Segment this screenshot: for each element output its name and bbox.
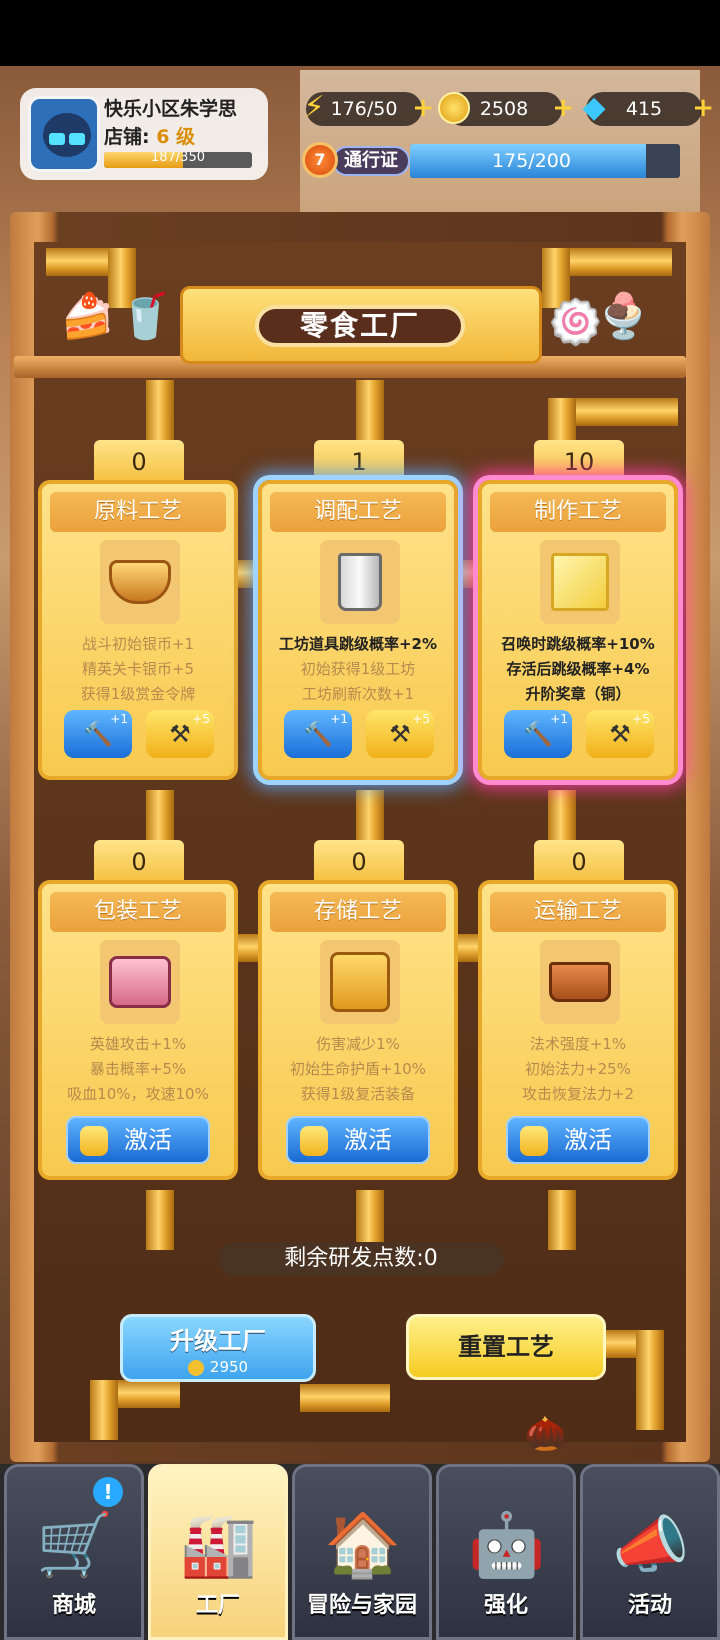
profile-panel[interactable]: 快乐小区朱学思 店铺: 6 级 187/350 <box>20 88 268 180</box>
lightning-icon: ⚡ <box>303 90 325 125</box>
nut-icon: 🌰 <box>524 1414 567 1454</box>
badge-icon <box>80 1126 108 1156</box>
shop-level: 店铺: 6 级 <box>104 126 196 148</box>
adventure-icon: 🏠 <box>324 1508 402 1581</box>
upgrade-label: 升级工厂 <box>170 1327 266 1355</box>
game-screen: 快乐小区朱学思 店铺: 6 级 187/350 ⚡ 176/50 + 2508 … <box>0 0 720 1640</box>
nav-tab-events[interactable]: 📣 活动 <box>580 1464 720 1640</box>
energy-value: 176/50 <box>330 98 398 120</box>
nav-tab-enhance[interactable]: 🤖 强化 <box>436 1464 576 1640</box>
gold-hammer-icon: ⚒ <box>389 720 411 748</box>
gold-hammer-upgrade-button[interactable]: ⚒ +5 <box>586 710 654 758</box>
card-title: 运输工艺 <box>490 892 666 932</box>
nav-tab-factory[interactable]: 🏭 工厂 <box>148 1464 288 1640</box>
upgrade-factory-button[interactable]: 升级工厂 2950 <box>120 1314 316 1382</box>
card-effects: 战斗初始银币+1 精英关卡银币+5 获得1级赏金令牌 <box>80 635 196 703</box>
megaphone-icon: 📣 <box>612 1508 690 1581</box>
add-energy-button[interactable]: + <box>412 92 434 124</box>
add-diamond-button[interactable]: + <box>692 92 714 124</box>
factory-title-plank: 零食工厂 <box>180 286 542 364</box>
bottom-nav: 🛒 ! 商城 🏭 工厂 🏠 冒险与家园 🤖 强化 📣 活动 <box>0 1464 720 1640</box>
robot-icon: 🤖 <box>468 1508 546 1581</box>
coin-icon <box>187 1359 204 1376</box>
box-icon <box>100 940 180 1024</box>
card-count: 0 <box>314 840 404 882</box>
card-title: 制作工艺 <box>490 492 666 532</box>
xp-text: 187/350 <box>150 152 205 165</box>
pass-button[interactable]: 通行证 <box>332 146 410 176</box>
craft-card-raw-material[interactable]: 原料工艺 战斗初始银币+1 精英关卡银币+5 获得1级赏金令牌 🔨 +1 ⚒ +5 <box>38 480 238 780</box>
card-title: 原料工艺 <box>50 492 226 532</box>
card-title: 包装工艺 <box>50 892 226 932</box>
xp-bar: 187/350 <box>104 152 252 168</box>
hammer-upgrade-button[interactable]: 🔨 +1 <box>64 710 132 758</box>
card-count: 0 <box>94 840 184 882</box>
hammer-upgrade-button[interactable]: 🔨 +1 <box>284 710 352 758</box>
card-count: 0 <box>94 440 184 482</box>
card-effects: 伤害减少1% 初始生命护盾+10% 获得1级复活装备 <box>290 1035 426 1103</box>
factory-title: 零食工厂 <box>255 305 465 347</box>
add-coin-button[interactable]: + <box>552 92 574 124</box>
nav-tab-adventure[interactable]: 🏠 冒险与家园 <box>292 1464 432 1640</box>
craft-card-production[interactable]: 制作工艺 召唤时跳级概率+10% 存活后跳级概率+4% 升阶奖章（铜） 🔨 +1 … <box>478 480 678 780</box>
factory-icon: 🏭 <box>180 1508 258 1581</box>
butter-cubes-icon <box>540 540 620 624</box>
reset-craft-button[interactable]: 重置工艺 <box>406 1314 606 1380</box>
pie-dish-icon <box>100 540 180 624</box>
craft-card-blending[interactable]: 调配工艺 工坊道具跳级概率+2% 初始获得1级工坊 工坊刷新次数+1 🔨 +1 ⚒… <box>258 480 458 780</box>
gold-hammer-upgrade-button[interactable]: ⚒ +5 <box>146 710 214 758</box>
pass-level-badge: 7 <box>302 142 338 178</box>
card-effects: 工坊道具跳级概率+2% 初始获得1级工坊 工坊刷新次数+1 <box>278 635 438 703</box>
badge-icon <box>300 1126 328 1156</box>
diamond-value: 415 <box>625 98 663 120</box>
shopping-cart-icon: 🛒 <box>36 1508 114 1581</box>
player-name: 快乐小区朱学思 <box>104 98 238 120</box>
remaining-points: 剩余研发点数:0 <box>218 1242 504 1276</box>
coin-counter[interactable]: 2508 + <box>438 92 574 126</box>
card-title: 调配工艺 <box>270 492 446 532</box>
card-count: 1 <box>314 440 404 482</box>
coin-value: 2508 <box>479 98 529 120</box>
diamond-counter[interactable]: ◆ 415 + <box>582 91 714 126</box>
craft-card-transport[interactable]: 运输工艺 法术强度+1% 初始法力+25% 攻击恢复法力+2 激活 <box>478 880 678 1180</box>
activate-button[interactable]: 激活 <box>66 1116 210 1164</box>
activate-button[interactable]: 激活 <box>286 1116 430 1164</box>
notification-badge: ! <box>93 1477 123 1507</box>
gold-hammer-icon: ⚒ <box>609 720 631 748</box>
safe-icon <box>320 940 400 1024</box>
upgrade-cost: 2950 <box>123 1358 313 1376</box>
card-effects: 英雄攻击+1% 暴击概率+5% 吸血10%，攻速10% <box>67 1035 209 1103</box>
cart-icon <box>540 940 620 1024</box>
pass-progress-bar[interactable]: 175/200 <box>410 144 680 178</box>
hammer-icon: 🔨 <box>83 720 113 748</box>
card-effects: 召唤时跳级概率+10% 存活后跳级概率+4% 升阶奖章（铜） <box>501 635 655 703</box>
activate-button[interactable]: 激活 <box>506 1116 650 1164</box>
energy-counter[interactable]: ⚡ 176/50 + <box>303 91 434 126</box>
coin-icon <box>434 88 474 128</box>
card-count: 10 <box>534 440 624 482</box>
avatar[interactable] <box>28 96 100 172</box>
craft-card-packaging[interactable]: 包装工艺 英雄攻击+1% 暴击概率+5% 吸血10%，攻速10% 激活 <box>38 880 238 1180</box>
cake-icon: 🍰 <box>60 291 115 342</box>
gold-hammer-icon: ⚒ <box>169 720 191 748</box>
hammer-icon: 🔨 <box>523 720 553 748</box>
gold-hammer-upgrade-button[interactable]: ⚒ +5 <box>366 710 434 758</box>
nav-tab-shop[interactable]: 🛒 ! 商城 <box>4 1464 144 1640</box>
card-title: 存储工艺 <box>270 892 446 932</box>
craft-card-storage[interactable]: 存储工艺 伤害减少1% 初始生命护盾+10% 获得1级复活装备 激活 <box>258 880 458 1180</box>
hammer-icon: 🔨 <box>303 720 333 748</box>
badge-icon <box>520 1126 548 1156</box>
card-effects: 法术强度+1% 初始法力+25% 攻击恢复法力+2 <box>521 1035 635 1103</box>
pass-progress-text: 175/200 <box>492 150 571 172</box>
cup-icon: 🥤 <box>118 291 173 342</box>
parfait-icon: 🍨 <box>596 291 651 342</box>
card-count: 0 <box>534 840 624 882</box>
roll-cake-icon: 🍥 <box>548 297 603 348</box>
measuring-cup-icon <box>320 540 400 624</box>
diamond-icon: ◆ <box>582 90 606 125</box>
hammer-upgrade-button[interactable]: 🔨 +1 <box>504 710 572 758</box>
